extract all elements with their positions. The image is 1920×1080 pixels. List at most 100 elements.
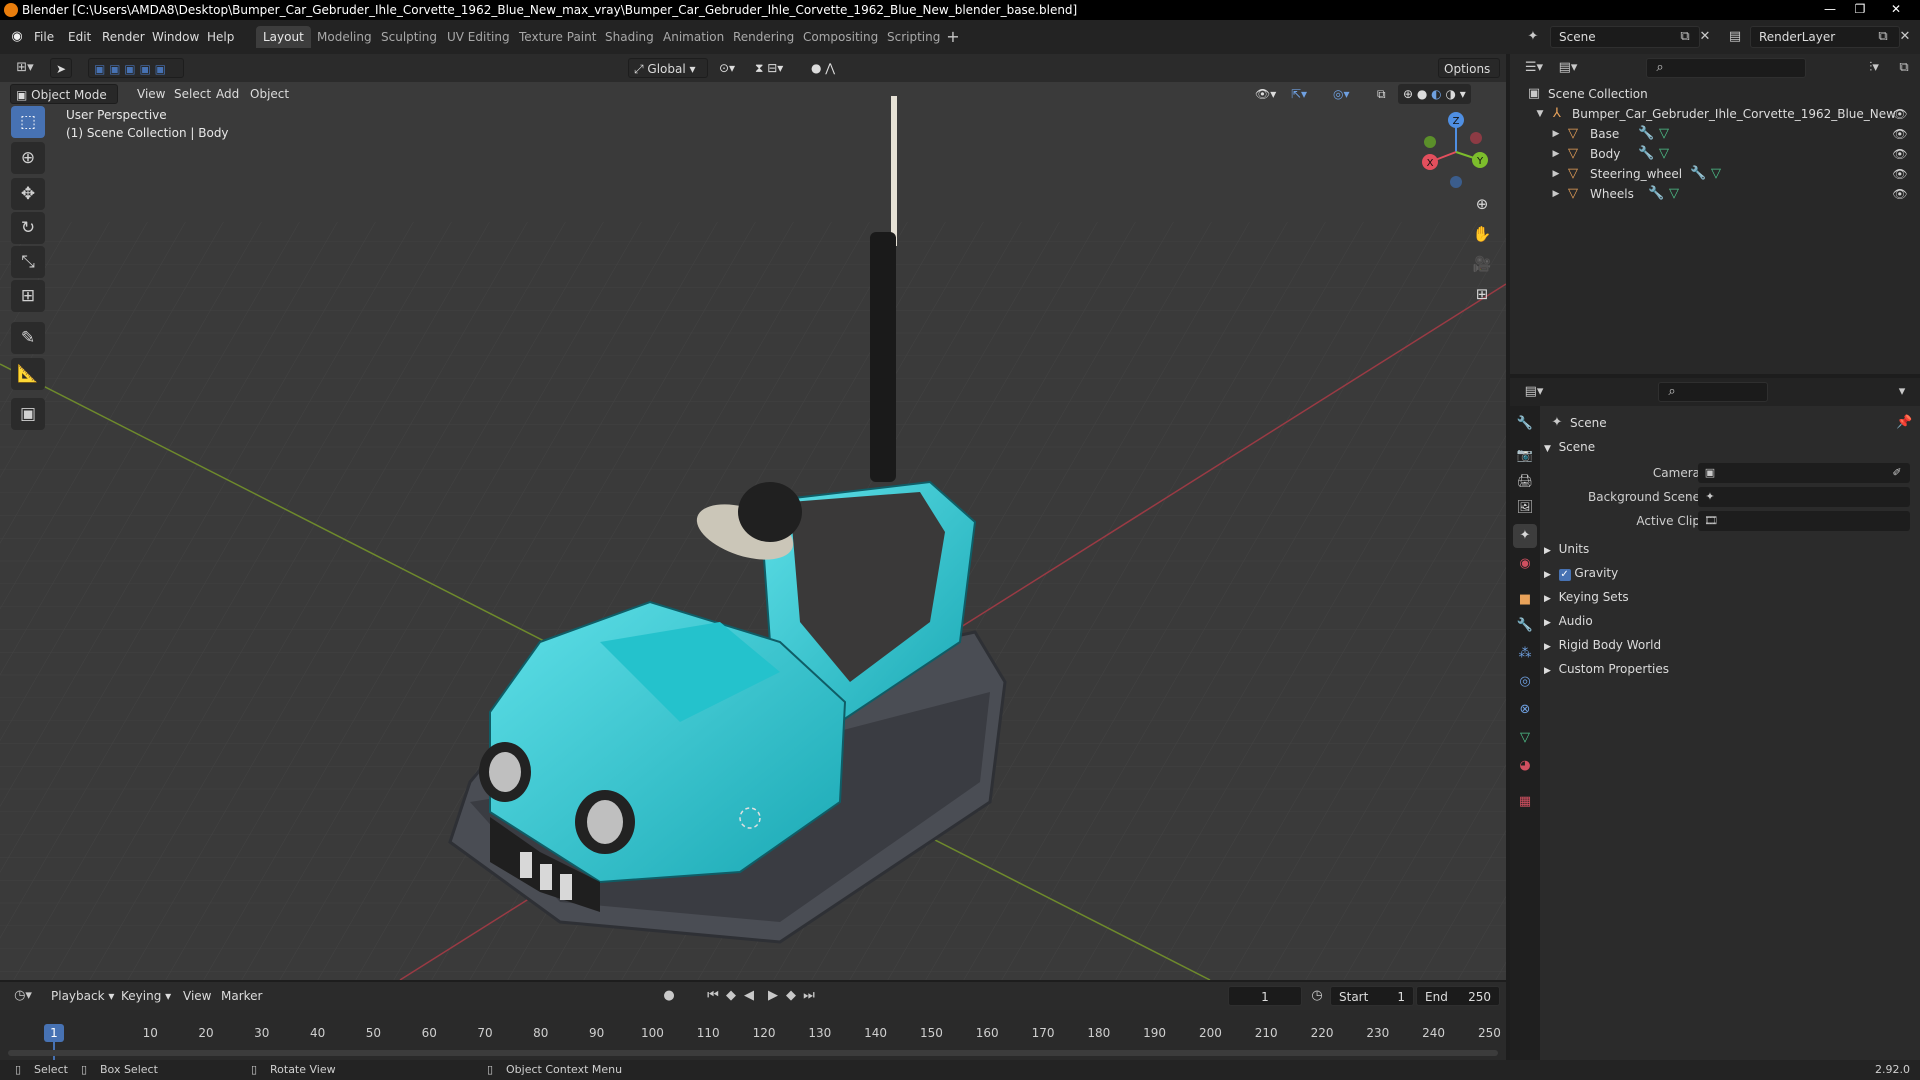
menu-select[interactable]: Select xyxy=(169,84,216,104)
play-reverse-icon[interactable]: ◀ xyxy=(740,986,758,1006)
outliner-search-input[interactable]: ⌕ xyxy=(1646,58,1806,78)
menu-object[interactable]: Object xyxy=(245,84,294,104)
visibility-eye-icon[interactable]: 👁 xyxy=(1892,124,1908,144)
blender-menu-icon[interactable]: ◉ xyxy=(6,27,28,47)
snap-icon[interactable]: ⧗ ⊟▾ xyxy=(750,58,788,78)
play-icon[interactable]: ▶ xyxy=(764,986,782,1006)
menu-add[interactable]: Add xyxy=(211,84,244,104)
record-icon[interactable]: ● xyxy=(660,986,678,1006)
menu-render[interactable]: Render xyxy=(98,26,149,48)
zoom-icon[interactable]: ⊕ xyxy=(1468,190,1496,218)
visibility-eye-icon[interactable]: 👁 xyxy=(1892,184,1908,204)
remove-view-layer-icon[interactable]: ✕ xyxy=(1896,27,1914,47)
tab-uv-editing[interactable]: UV Editing xyxy=(440,26,517,48)
start-frame-field[interactable]: Start 1 xyxy=(1330,986,1414,1006)
units-panel-header[interactable]: ▶ Units xyxy=(1544,538,1589,560)
modifier-icon[interactable]: 🔧 xyxy=(1638,144,1654,164)
timeline-scrollbar[interactable] xyxy=(8,1050,1498,1056)
clock-icon[interactable]: ◷ xyxy=(1308,986,1326,1006)
3d-viewport[interactable]: ▣ Object Mode ▾ View Select Add Object 👁… xyxy=(0,82,1506,980)
proportional-edit-icon[interactable]: ● ⋀ xyxy=(806,58,840,78)
modifier-icon[interactable]: 🔧 xyxy=(1690,164,1706,184)
view-layer-tab-icon[interactable]: 🖼 xyxy=(1513,496,1537,520)
visibility-eye-icon[interactable]: 👁 xyxy=(1892,164,1908,184)
add-cube-tool[interactable]: ▣ xyxy=(11,398,45,430)
annotate-tool[interactable]: ✎ xyxy=(11,322,45,354)
timeline-view-menu[interactable]: View xyxy=(178,986,216,1006)
mesh-data-icon[interactable]: ▽ xyxy=(1656,124,1672,144)
tab-rendering[interactable]: Rendering xyxy=(726,26,801,48)
maximize-button[interactable]: ❐ xyxy=(1846,0,1874,20)
pivot-point-icon[interactable]: ⊙▾ xyxy=(714,58,740,78)
menu-file[interactable]: File xyxy=(30,26,58,48)
select-box-tool[interactable]: ⬚ xyxy=(11,106,45,138)
outliner-object-body[interactable]: ▶ ▽ Body 🔧 ▽ 👁 xyxy=(1510,144,1920,164)
tab-compositing[interactable]: Compositing xyxy=(796,26,885,48)
render-tab-icon[interactable]: 📷 xyxy=(1513,444,1537,468)
new-view-layer-icon[interactable]: ⧉ xyxy=(1874,27,1892,47)
transform-tool[interactable]: ⊞ xyxy=(11,280,45,312)
options-dropdown[interactable]: Options ▾ xyxy=(1438,58,1500,96)
pan-hand-icon[interactable]: ✋ xyxy=(1468,220,1496,248)
outliner-collection-row[interactable]: ▼ ⅄ Bumper_Car_Gebruder_Ihle_Corvette_19… xyxy=(1510,104,1920,124)
mesh-data-icon[interactable]: ▽ xyxy=(1656,144,1672,164)
scene-panel-header[interactable]: ▼ Scene xyxy=(1544,436,1595,458)
physics-tab-icon[interactable]: ◎ xyxy=(1513,670,1537,694)
select-tool-icon[interactable]: ➤ xyxy=(50,58,72,78)
end-frame-field[interactable]: End 250 xyxy=(1416,986,1500,1006)
properties-options-icon[interactable]: ▾ xyxy=(1894,382,1910,402)
tab-layout[interactable]: Layout xyxy=(256,26,311,48)
tab-sculpting[interactable]: Sculpting xyxy=(374,26,444,48)
select-mode-buttons[interactable]: ▣ ▣ ▣ ▣ ▣ xyxy=(88,58,184,78)
editor-type-icon[interactable]: ⊞▾ xyxy=(10,58,40,78)
outliner-scene-collection[interactable]: ▣ Scene Collection xyxy=(1510,84,1920,104)
object-tab-icon[interactable]: ■ xyxy=(1513,588,1537,612)
mesh-data-icon[interactable]: ▽ xyxy=(1708,164,1724,184)
properties-search-input[interactable]: ⌕ xyxy=(1658,382,1768,402)
mode-selector[interactable]: ▣ Object Mode ▾ xyxy=(10,84,118,122)
outliner-object-base[interactable]: ▶ ▽ Base 🔧 ▽ 👁 xyxy=(1510,124,1920,144)
material-tab-icon[interactable]: ◕ xyxy=(1513,754,1537,778)
marker-menu[interactable]: Marker xyxy=(216,986,267,1006)
tool-tab-icon[interactable]: 🔧 xyxy=(1513,412,1537,436)
data-tab-icon[interactable]: ▽ xyxy=(1513,726,1537,750)
constraints-tab-icon[interactable]: ⊗ xyxy=(1513,698,1537,722)
overlay-toggle-icon[interactable]: ◎▾ xyxy=(1328,84,1355,104)
tab-scripting[interactable]: Scripting xyxy=(880,26,947,48)
outliner-editor-type-icon[interactable]: ☰▾ xyxy=(1520,58,1548,78)
xray-toggle-icon[interactable]: ⧉ xyxy=(1372,84,1391,104)
world-tab-icon[interactable]: ◉ xyxy=(1513,552,1537,576)
filter-icon[interactable]: ⫶▾ xyxy=(1862,58,1886,78)
tab-modeling[interactable]: Modeling xyxy=(310,26,379,48)
close-window-button[interactable]: ✕ xyxy=(1876,0,1916,20)
modifier-icon[interactable]: 🔧 xyxy=(1648,184,1664,204)
texture-tab-icon[interactable]: ▦ xyxy=(1513,790,1537,814)
rotate-tool[interactable]: ↻ xyxy=(11,212,45,244)
playhead[interactable]: 1 xyxy=(44,1024,64,1042)
mesh-data-icon[interactable]: ▽ xyxy=(1666,184,1682,204)
camera-view-icon[interactable]: 🎥 xyxy=(1468,250,1496,278)
new-collection-icon[interactable]: ⧉ xyxy=(1894,58,1914,78)
prev-keyframe-icon[interactable]: ◆ xyxy=(722,986,740,1006)
expand-icon[interactable]: ▶ xyxy=(1550,124,1562,144)
rigid-body-world-panel-header[interactable]: ▶ Rigid Body World xyxy=(1544,634,1661,656)
current-frame-field[interactable]: 1 xyxy=(1228,986,1302,1006)
gravity-panel-header[interactable]: ▶ ✓ Gravity xyxy=(1544,562,1618,584)
expand-icon[interactable]: ▶ xyxy=(1550,184,1562,204)
transform-orientation-dropdown[interactable]: ⤢ Global ▾ xyxy=(628,58,708,78)
scale-tool[interactable]: ⤡ xyxy=(11,246,45,278)
custom-properties-panel-header[interactable]: ▶ Custom Properties xyxy=(1544,658,1669,680)
jump-start-icon[interactable]: ⏮ xyxy=(704,986,722,1006)
shading-modes[interactable]: ⊕ ● ◐ ◑ ▾ xyxy=(1398,84,1471,104)
scene-tab-icon[interactable]: ✦ xyxy=(1513,524,1537,548)
menu-help[interactable]: Help xyxy=(203,26,238,48)
tab-animation[interactable]: Animation xyxy=(656,26,731,48)
output-tab-icon[interactable]: 🖨 xyxy=(1513,470,1537,494)
new-scene-icon[interactable]: ⧉ xyxy=(1676,27,1694,47)
active-clip-field[interactable]: 🎞 xyxy=(1698,511,1910,531)
pin-icon[interactable]: 📌 xyxy=(1896,413,1912,433)
playback-menu[interactable]: Playback ▾ xyxy=(46,986,119,1006)
eyedropper-icon[interactable]: ✐ xyxy=(1890,463,1904,483)
visibility-eye-icon[interactable]: 👁 xyxy=(1892,104,1908,124)
properties-editor-type-icon[interactable]: ▤▾ xyxy=(1520,382,1548,402)
